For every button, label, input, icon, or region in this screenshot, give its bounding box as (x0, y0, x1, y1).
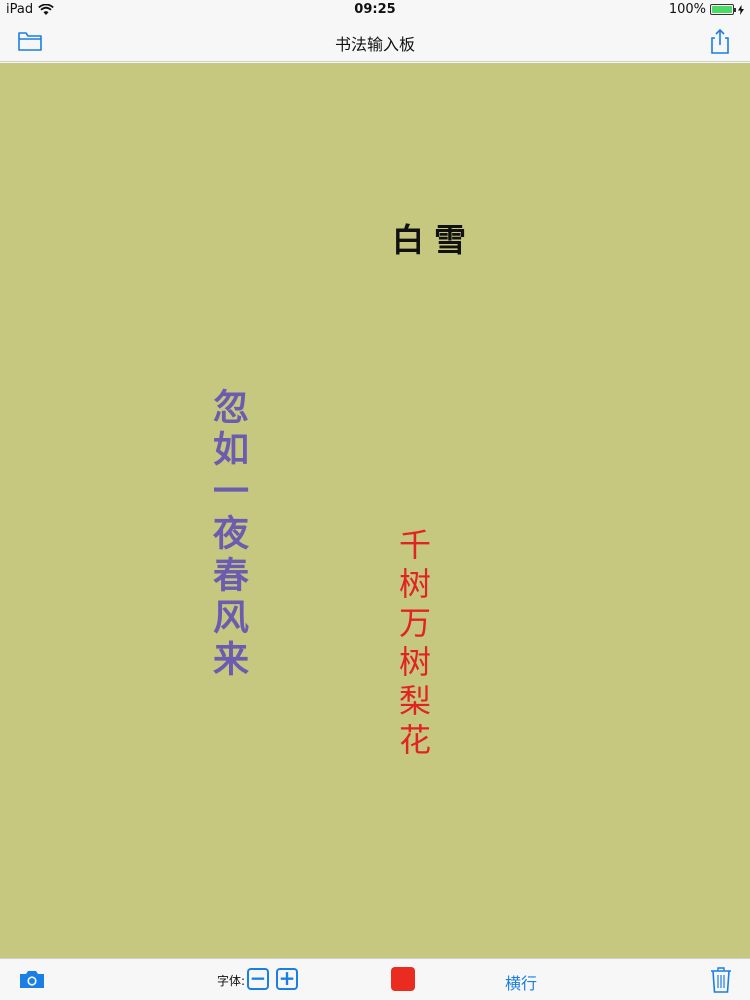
nav-bar: 书法输入板 (0, 20, 750, 62)
battery-percent: 100% (668, 2, 706, 17)
battery-fill (712, 6, 732, 13)
calligraphy-canvas[interactable]: 白雪 忽如一夜春风来 千树万树梨花 (0, 63, 750, 958)
charging-icon (738, 4, 744, 15)
orientation-button[interactable]: 横行 (505, 970, 537, 994)
bottom-toolbar: 字体: − + 横行 (0, 958, 750, 1000)
status-time: 09:25 (354, 2, 396, 17)
page-title: 书法输入板 (334, 35, 415, 54)
poem-title[interactable]: 白雪 (392, 215, 476, 261)
share-icon (711, 28, 729, 54)
font-decrease-button[interactable]: − (247, 968, 269, 990)
camera-button[interactable] (18, 968, 46, 990)
poem-line-2[interactable]: 千树万树梨花 (390, 528, 436, 762)
delete-button[interactable] (710, 966, 732, 994)
font-size-label: 字体: (217, 974, 246, 988)
share-button[interactable] (706, 28, 734, 54)
color-picker-button[interactable] (391, 967, 415, 991)
font-increase-button[interactable]: + (276, 968, 298, 990)
trash-icon (711, 967, 731, 993)
status-right: 100% (669, 2, 744, 17)
camera-icon (20, 971, 44, 988)
poem-line-1[interactable]: 忽如一夜春风来 (202, 388, 254, 682)
status-bar: iPad 09:25 100% (0, 0, 750, 20)
battery-icon (710, 4, 736, 15)
